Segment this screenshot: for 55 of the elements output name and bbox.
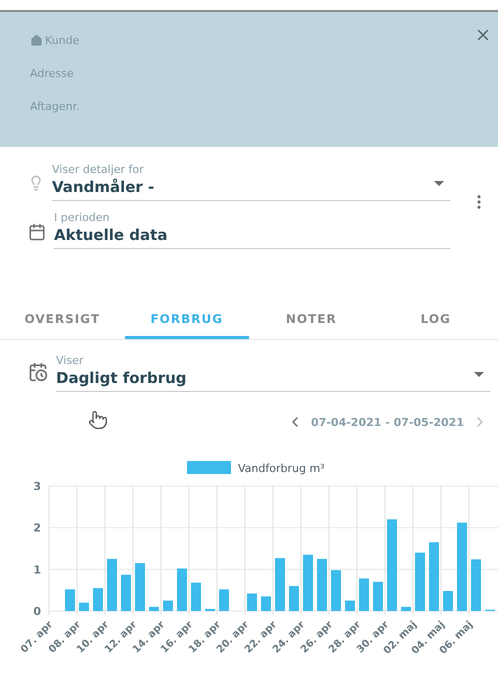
chart-bar <box>191 582 201 611</box>
field-value: Aktuelle data <box>54 226 168 244</box>
dropdown-field[interactable]: Viser Dagligt forbrug <box>56 354 490 392</box>
field-value: Vandmåler - <box>52 178 156 196</box>
chart-legend <box>187 461 231 474</box>
chart-bar <box>149 606 159 611</box>
address-label: Adresse <box>30 66 75 81</box>
chart-bar <box>79 602 89 611</box>
axis-label: 2 <box>33 522 41 535</box>
axis-label: 3 <box>33 480 41 493</box>
dropdown-field[interactable]: I perioden Aktuelle data <box>54 211 450 249</box>
chart-bar <box>345 600 355 611</box>
chart-bar <box>401 606 411 611</box>
chart-bar <box>289 586 299 611</box>
caret-icon <box>474 372 484 377</box>
chart-bar <box>247 594 257 611</box>
chart-bar <box>65 589 75 611</box>
chart-bar <box>303 554 313 611</box>
chart-bar <box>429 542 439 611</box>
customer-label: Kunde <box>30 32 468 48</box>
axis-label: 1 <box>33 563 41 576</box>
tab[interactable]: OVERSIGT <box>0 301 124 339</box>
chart-bar <box>317 558 327 611</box>
field-label: I perioden <box>54 211 111 224</box>
chart-bar <box>135 563 145 611</box>
tab[interactable]: LOG <box>374 301 498 339</box>
chart-bar <box>261 596 271 611</box>
chart-bar <box>275 558 285 611</box>
field-value: Dagligt forbrug <box>56 369 188 387</box>
legend-label: Vandforbrug m³ <box>238 462 325 475</box>
chart-bar <box>205 608 215 611</box>
chart-bar <box>373 582 383 611</box>
home-icon <box>30 34 43 46</box>
field-label: Viser detaljer for <box>52 163 145 176</box>
dropdown-field[interactable]: Viser detaljer for Vandmåler - <box>52 163 450 201</box>
calendar-clock-icon <box>28 362 48 382</box>
chart-bar <box>331 570 341 611</box>
account-label: Aftagenr. <box>30 98 81 114</box>
chart-bar <box>443 591 453 611</box>
chart-bar <box>177 568 187 611</box>
chart-bar <box>359 578 369 611</box>
calendar-icon <box>28 223 46 241</box>
date-range: 07-04-2021 - 07-05-2021 <box>311 416 464 428</box>
chart-bar <box>163 600 173 611</box>
tab[interactable]: NOTER <box>249 301 374 339</box>
chart-bar <box>471 559 481 611</box>
caret-icon <box>434 181 444 186</box>
chart-bar <box>93 588 103 611</box>
field-label: Viser <box>56 354 84 367</box>
chart-bar <box>107 558 117 611</box>
chart-bar <box>415 552 425 611</box>
tab[interactable]: FORBRUG <box>124 301 249 339</box>
axis-label: 0 <box>33 605 41 618</box>
chart-bar <box>121 574 131 611</box>
chart-bar <box>219 589 229 611</box>
